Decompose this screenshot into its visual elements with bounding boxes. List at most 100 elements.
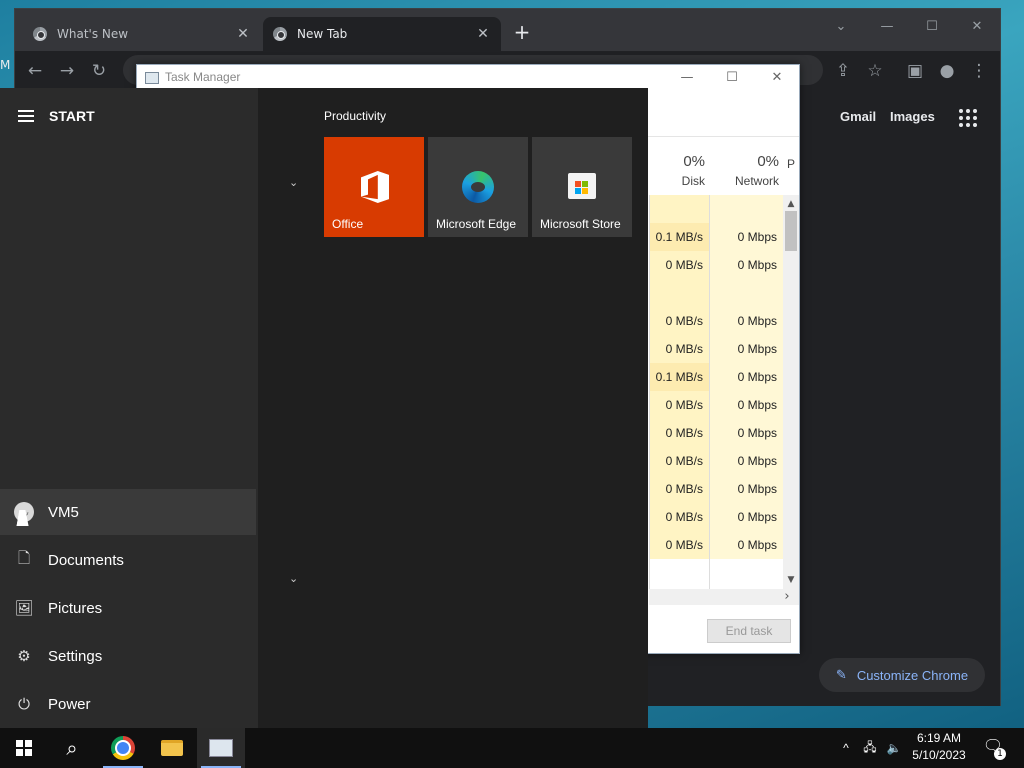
start-left-pane bbox=[0, 88, 258, 728]
tab-new-tab[interactable]: New Tab ✕ bbox=[263, 17, 501, 51]
table-cell: 0.1 MB/s bbox=[650, 363, 709, 391]
scroll-down-icon[interactable]: ▼ bbox=[783, 573, 799, 587]
settings-label: Settings bbox=[48, 647, 103, 665]
chrome-favicon-icon bbox=[273, 27, 287, 41]
taskbar: ⌕ ^ 🖧 🔈 6:19 AM 5/10/2023 🗨 1 bbox=[0, 728, 1024, 768]
bookmark-star-icon[interactable]: ☆ bbox=[863, 59, 887, 83]
maximize-button[interactable]: ☐ bbox=[710, 65, 754, 91]
close-window-button[interactable]: ✕ bbox=[955, 13, 999, 41]
network-column: 0 Mbps 0 Mbps 0 Mbps 0 Mbps 0 Mbps 0 Mbps 0 Mb… bbox=[709, 195, 783, 589]
search-icon[interactable]: ⌕ bbox=[48, 728, 96, 768]
tab-title: What's New bbox=[57, 27, 129, 41]
store-bag-icon bbox=[568, 173, 596, 199]
chevron-down-icon[interactable]: ⌄ bbox=[289, 176, 298, 189]
gmail-link[interactable]: Gmail bbox=[840, 109, 876, 124]
disk-percent: 0% bbox=[683, 153, 705, 170]
share-icon[interactable]: ⇪ bbox=[831, 59, 855, 83]
show-hidden-icons-icon[interactable]: ^ bbox=[838, 728, 854, 768]
start-menu: START ⌄ ⌄ Productivity Office Microsoft … bbox=[0, 88, 648, 728]
back-arrow-icon[interactable]: ← bbox=[23, 59, 47, 83]
task-manager-icon bbox=[145, 72, 159, 84]
table-cell: 0 Mbps bbox=[710, 531, 783, 559]
end-task-button[interactable]: End task bbox=[707, 619, 791, 643]
notification-count: 1 bbox=[994, 748, 1006, 760]
table-cell: 0 Mbps bbox=[710, 251, 783, 279]
side-panel-icon[interactable]: ▣ bbox=[903, 59, 927, 83]
clock[interactable]: 6:19 AM 5/10/2023 bbox=[906, 730, 972, 764]
edge-icon bbox=[462, 171, 494, 203]
tab-whats-new[interactable]: What's New ✕ bbox=[23, 17, 261, 51]
power-item[interactable]: ⏻ Power bbox=[0, 681, 256, 727]
gear-icon: ⚙ bbox=[17, 648, 31, 665]
scroll-up-icon[interactable]: ▲ bbox=[783, 197, 799, 211]
horizontal-scrollbar[interactable]: › bbox=[649, 589, 799, 605]
table-cell bbox=[650, 279, 709, 307]
table-cell: 0 MB/s bbox=[650, 335, 709, 363]
power-column-header[interactable]: P bbox=[787, 153, 799, 195]
user-account-item[interactable]: ◡ VM5 bbox=[0, 489, 256, 535]
user-name: VM5 bbox=[48, 503, 79, 521]
pictures-icon: 🖼 bbox=[14, 600, 34, 617]
pictures-label: Pictures bbox=[48, 599, 103, 617]
table-cell bbox=[650, 195, 709, 223]
table-cell: 0 Mbps bbox=[710, 475, 783, 503]
table-cell: 0 MB/s bbox=[650, 503, 709, 531]
profile-icon[interactable]: ● bbox=[935, 59, 959, 83]
volume-icon[interactable]: 🔈 bbox=[884, 728, 904, 768]
office-tile[interactable]: Office bbox=[324, 137, 424, 237]
table-cell: 0 MB/s bbox=[650, 307, 709, 335]
customize-chrome-button[interactable]: ✎ Customize Chrome bbox=[819, 658, 985, 692]
menu-icon[interactable]: ⋮ bbox=[967, 59, 991, 83]
start-button[interactable] bbox=[0, 728, 48, 768]
scroll-right-icon[interactable]: › bbox=[779, 589, 795, 605]
close-tab-icon[interactable]: ✕ bbox=[235, 26, 251, 42]
google-apps-icon[interactable] bbox=[959, 109, 977, 127]
document-icon: 🗋 bbox=[17, 549, 31, 567]
table-cell: 0 Mbps bbox=[710, 335, 783, 363]
pencil-icon: ✎ bbox=[835, 667, 847, 682]
file-explorer-button[interactable] bbox=[148, 728, 196, 768]
vertical-scrollbar[interactable]: ▲ ▼ bbox=[783, 195, 799, 589]
tab-search-icon[interactable]: ⌄ bbox=[819, 13, 863, 41]
chrome-icon bbox=[111, 736, 135, 760]
table-cell: 0 MB/s bbox=[650, 475, 709, 503]
hamburger-menu-icon[interactable] bbox=[18, 110, 34, 122]
table-cell bbox=[710, 279, 783, 307]
disk-column-header[interactable]: 0% Disk bbox=[649, 153, 705, 195]
maximize-button[interactable]: ☐ bbox=[910, 13, 954, 41]
start-title: START bbox=[49, 108, 95, 124]
network-label: Network bbox=[734, 174, 779, 188]
scroll-thumb[interactable] bbox=[785, 211, 797, 251]
power-icon: ⏻ bbox=[18, 695, 30, 713]
table-cell: 0 MB/s bbox=[650, 419, 709, 447]
chevron-down-icon[interactable]: ⌄ bbox=[289, 572, 298, 585]
documents-label: Documents bbox=[48, 551, 124, 569]
chrome-taskbar-button[interactable] bbox=[99, 728, 147, 768]
customize-chrome-label: Customize Chrome bbox=[856, 667, 969, 683]
close-tab-icon[interactable]: ✕ bbox=[475, 26, 491, 42]
table-cell: 0.1 MB/s bbox=[650, 223, 709, 251]
new-tab-button[interactable]: + bbox=[511, 21, 533, 43]
disk-column: 0.1 MB/s 0 MB/s 0 MB/s 0 MB/s 0.1 MB/s 0 MB/s… bbox=[649, 195, 709, 589]
network-column-header[interactable]: 0% Network bbox=[709, 153, 779, 195]
minimize-button[interactable]: — bbox=[865, 13, 909, 41]
network-icon[interactable]: 🖧 bbox=[860, 728, 880, 768]
pictures-item[interactable]: 🖼 Pictures bbox=[0, 585, 256, 631]
table-cell: 0 MB/s bbox=[650, 531, 709, 559]
reload-icon[interactable]: ↻ bbox=[87, 59, 111, 83]
task-manager-taskbar-button[interactable] bbox=[197, 728, 245, 768]
minimize-button[interactable]: — bbox=[665, 65, 709, 91]
close-button[interactable]: ✕ bbox=[755, 65, 799, 91]
partial-text: M bbox=[0, 58, 11, 72]
task-manager-icon bbox=[209, 739, 233, 757]
forward-arrow-icon[interactable]: → bbox=[55, 59, 79, 83]
microsoft-store-tile[interactable]: Microsoft Store bbox=[532, 137, 632, 237]
notifications-button[interactable]: 🗨 1 bbox=[982, 736, 1006, 760]
table-cell bbox=[710, 195, 783, 223]
settings-item[interactable]: ⚙ Settings bbox=[0, 633, 256, 679]
microsoft-edge-tile[interactable]: Microsoft Edge bbox=[428, 137, 528, 237]
images-link[interactable]: Images bbox=[890, 109, 935, 124]
documents-item[interactable]: 🗋 Documents bbox=[0, 537, 256, 583]
chrome-favicon-icon bbox=[33, 27, 47, 41]
tile-label: Microsoft Store bbox=[540, 217, 621, 231]
